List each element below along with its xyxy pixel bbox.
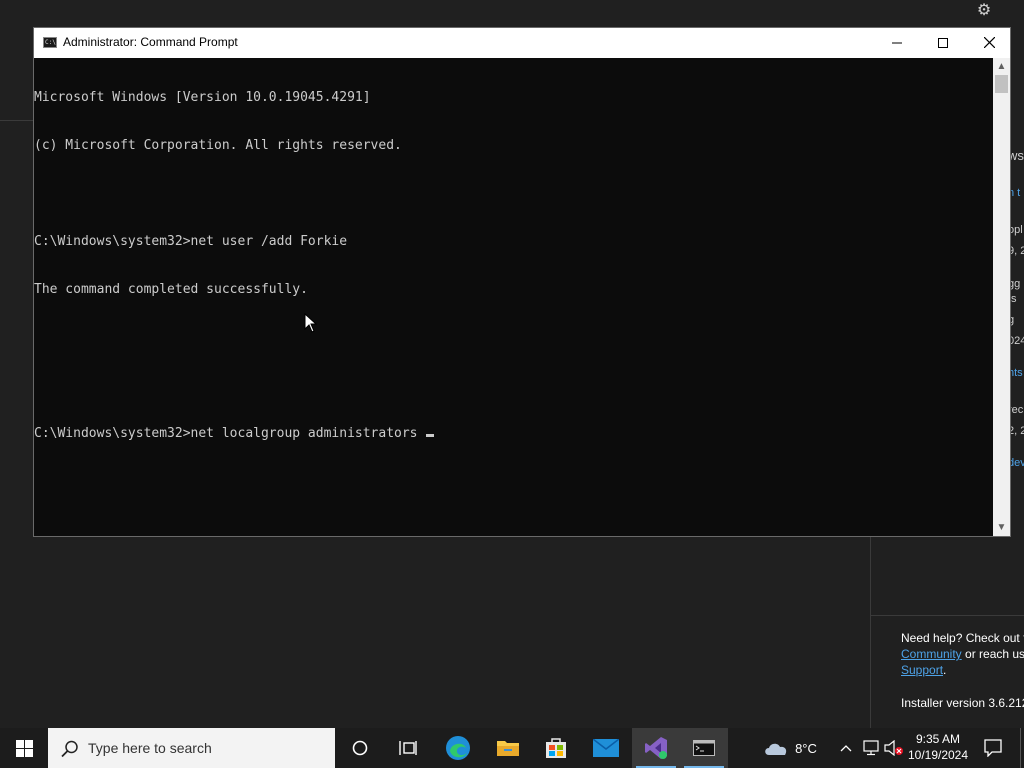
installer-version: Installer version 3.6.212	[901, 696, 1024, 710]
divider	[871, 615, 1024, 616]
start-button[interactable]	[0, 728, 48, 768]
help-text-part: .	[943, 663, 947, 677]
help-text-part: Need help? Check out t	[901, 631, 1024, 645]
task-view-button[interactable]	[384, 728, 432, 768]
folder-icon	[497, 741, 519, 756]
scroll-up-arrow-icon[interactable]: ▲	[993, 58, 1010, 75]
mouse-pointer-icon	[304, 313, 318, 333]
vertical-scrollbar[interactable]: ▲ ▼	[993, 58, 1010, 536]
cortana-circle-icon	[352, 740, 368, 756]
close-icon	[983, 36, 995, 49]
taskbar-clock[interactable]: 9:35 AM 10/19/2024	[905, 731, 971, 763]
maximize-icon	[938, 38, 948, 48]
cortana-button[interactable]	[336, 728, 384, 768]
community-link[interactable]: Community	[901, 647, 962, 661]
help-text-part: or reach us	[961, 647, 1024, 661]
scroll-thumb[interactable]	[995, 75, 1008, 93]
command-prompt-icon: C:\	[43, 37, 57, 48]
console-line: C:\Windows\system32>net user /add Forkie	[34, 234, 348, 249]
clock-time: 9:35 AM	[915, 732, 961, 746]
mail-icon	[593, 739, 619, 757]
console-output[interactable]: Microsoft Windows [Version 10.0.19045.42…	[34, 58, 994, 536]
weather-temperature: 8°C	[795, 740, 817, 756]
volume-muted-icon	[884, 740, 903, 756]
maximize-button[interactable]	[920, 28, 966, 58]
command-prompt-taskbar-button[interactable]	[680, 728, 728, 768]
network-icon	[863, 740, 879, 756]
edge-icon	[446, 736, 470, 760]
divider	[870, 536, 871, 728]
network-button[interactable]	[861, 728, 881, 768]
console-line: (c) Microsoft Corporation. All rights re…	[34, 138, 402, 153]
volume-button[interactable]	[884, 728, 904, 768]
cloud-icon	[765, 743, 787, 755]
notification-icon	[984, 739, 1002, 757]
minimize-icon	[892, 42, 902, 44]
gear-icon[interactable]: ⚙	[975, 2, 993, 20]
minimize-button[interactable]	[874, 28, 920, 58]
mail-app-button[interactable]	[582, 728, 630, 768]
console-input-line[interactable]: C:\Windows\system32>net localgroup admin…	[34, 426, 994, 442]
text-cursor	[425, 434, 434, 437]
taskbar: Type here to search 8°C 9:35 AM 10/19/20…	[0, 728, 1024, 768]
search-placeholder: Type here to search	[88, 740, 212, 756]
console-line: The command completed successfully.	[34, 282, 308, 297]
microsoft-store-button[interactable]	[532, 728, 580, 768]
show-hidden-icons-button[interactable]	[838, 728, 854, 768]
close-button[interactable]	[966, 28, 1012, 58]
action-center-button[interactable]	[978, 728, 1008, 768]
file-explorer-button[interactable]	[484, 728, 532, 768]
store-bag-icon	[546, 738, 566, 758]
windows-logo-icon	[15, 739, 33, 757]
task-view-icon	[399, 741, 417, 755]
visual-studio-icon	[645, 737, 667, 759]
edge-app-button[interactable]	[434, 728, 482, 768]
window-title: Administrator: Command Prompt	[63, 35, 238, 49]
console-prompt: C:\Windows\system32>net localgroup admin…	[34, 426, 418, 441]
support-link[interactable]: Support	[901, 663, 943, 677]
show-desktop-button[interactable]	[1020, 728, 1024, 768]
taskbar-search-box[interactable]: Type here to search	[48, 728, 335, 768]
visual-studio-button[interactable]	[632, 728, 680, 768]
clock-date: 10/19/2024	[907, 748, 969, 762]
title-bar[interactable]: C:\ Administrator: Command Prompt	[34, 28, 1010, 58]
command-prompt-icon	[693, 740, 715, 756]
weather-widget[interactable]: 8°C	[756, 728, 824, 768]
command-prompt-window[interactable]: C:\ Administrator: Command Prompt Micros…	[33, 27, 1011, 537]
search-icon	[61, 740, 78, 758]
help-text: Need help? Check out t Community or reac…	[901, 630, 1024, 678]
icon-text: C:\	[45, 39, 56, 46]
divider	[0, 120, 34, 121]
chevron-up-icon	[840, 745, 852, 752]
console-line: Microsoft Windows [Version 10.0.19045.42…	[34, 90, 371, 105]
scroll-down-arrow-icon[interactable]: ▼	[993, 519, 1010, 536]
